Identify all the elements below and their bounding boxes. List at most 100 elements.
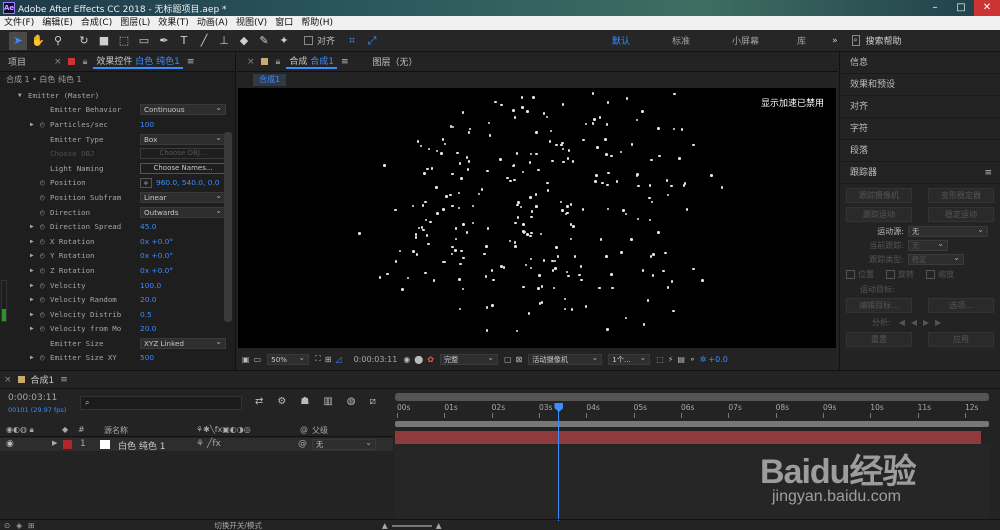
camera-tool-icon[interactable]: ■ <box>95 32 113 50</box>
draft-3d-icon[interactable]: ⚙ <box>277 396 286 407</box>
snapshot-icon[interactable]: ◉ <box>403 355 410 364</box>
toggle-switches-modes[interactable]: 切换开关/模式 <box>214 520 262 530</box>
layer-visibility-icon[interactable]: ◉ <box>6 439 14 449</box>
transparency-grid-icon[interactable]: ⊠ <box>516 355 523 364</box>
stabilize-motion-button[interactable]: 稳定运动 <box>928 207 994 222</box>
effect-property-dropdown[interactable]: Linear <box>140 191 226 203</box>
effect-property-value[interactable]: 0.5 <box>140 310 152 319</box>
workspace-standard[interactable]: 标准 <box>672 34 690 47</box>
effect-property-dropdown[interactable]: Box <box>140 133 226 145</box>
track-type-dropdown[interactable]: 稳定 <box>908 253 964 265</box>
zoom-out-icon[interactable]: ▲ <box>382 521 388 530</box>
fit-icon[interactable]: ⛶ <box>315 354 321 364</box>
mask-toggle-icon[interactable]: ◿ <box>335 355 341 364</box>
effect-property-row[interactable]: ◴ Position ✛ 960.0, 540.0, 0.0 <box>0 176 235 191</box>
layer-expand-icon[interactable]: ▶ <box>52 439 57 447</box>
panel-info[interactable]: 信息 <box>840 52 1000 74</box>
comp-mini-flowchart-icon[interactable]: ⇄ <box>255 396 263 407</box>
resolution-dropdown[interactable]: 完整 <box>439 353 498 365</box>
selection-tool-icon[interactable]: ➤ <box>9 31 27 50</box>
expand-icon[interactable]: ⊞ <box>28 521 34 530</box>
rotate-tool-icon[interactable]: ↻ <box>75 32 93 50</box>
effect-property-dropdown[interactable]: Continuous <box>140 103 226 116</box>
snapping-icon[interactable]: ⌗ <box>343 32 361 50</box>
stopwatch-icon[interactable]: ◴ <box>40 281 50 290</box>
workspace-default[interactable]: 默认 <box>612 34 630 47</box>
eraser-tool-icon[interactable]: ◆ <box>235 32 253 50</box>
time-ruler[interactable]: 00s 01s 02s 03s 04s 05s 06s 07s 08s 09s 10s 11s 12s <box>395 401 989 419</box>
menu-animation[interactable]: 动画(A) <box>193 16 232 30</box>
stopwatch-icon[interactable]: ◴ <box>40 237 50 246</box>
scale-checkbox[interactable] <box>926 270 935 279</box>
align-toggle[interactable]: 对齐 <box>304 34 335 47</box>
lock-icon[interactable]: 🔒︎ <box>83 57 88 67</box>
layer-switches[interactable]: ⚘ ╱fx <box>196 439 221 449</box>
edit-target-button[interactable]: 编辑目标... <box>846 298 912 313</box>
work-area-bar[interactable] <box>395 393 989 401</box>
effect-property-value[interactable]: 100 <box>140 120 154 129</box>
tab-effect-controls[interactable]: 效果控件 白色 纯色1 <box>93 54 183 69</box>
effect-property-dropdown[interactable]: Outwards <box>140 206 226 218</box>
snap-options-icon[interactable]: ⤢ <box>363 32 381 50</box>
effect-property-row[interactable]: ▶ ◴ Particles/sec 100 <box>0 117 235 132</box>
pickwhip-icon[interactable]: @ <box>298 439 307 449</box>
close-comp-tab-icon[interactable]: × <box>247 57 255 67</box>
analyze-forward-frame-icon[interactable]: ▶ <box>935 318 941 327</box>
warp-stabilizer-button[interactable]: 变形稳定器 <box>928 188 994 203</box>
panel-align[interactable]: 对齐 <box>840 96 1000 118</box>
current-track-dropdown[interactable]: 无 <box>908 239 948 251</box>
timeline-toggle-icon[interactable]: ▤ <box>677 355 685 364</box>
stopwatch-icon[interactable]: ◴ <box>40 208 50 217</box>
track-camera-button[interactable]: 跟踪摄像机 <box>846 188 912 203</box>
expand-arrow-icon[interactable]: ▶ <box>30 252 40 259</box>
layer-label-color[interactable] <box>63 440 72 449</box>
work-area-range[interactable] <box>395 421 989 427</box>
track-motion-button[interactable]: 跟踪运动 <box>846 207 912 222</box>
stopwatch-icon[interactable]: ◴ <box>40 251 50 260</box>
workspace-small-screen[interactable]: 小屏幕 <box>732 34 759 47</box>
effect-property-row[interactable]: ▼ Emitter (Master) <box>0 88 235 103</box>
effect-property-row[interactable]: Light Naming Choose Names... <box>0 161 235 176</box>
stopwatch-icon[interactable]: ◴ <box>40 266 50 275</box>
panel-tracker-header[interactable]: 跟踪器 ≡ <box>840 162 1000 184</box>
workspaces-more-button[interactable]: » <box>832 36 838 46</box>
timeline-timecode[interactable]: 0:00:03:11 <box>8 393 57 403</box>
exposure-value[interactable]: +0.0 <box>708 355 727 364</box>
close-button[interactable]: ✕ <box>974 0 1000 16</box>
stopwatch-icon[interactable]: ◴ <box>40 353 50 362</box>
position-checkbox[interactable] <box>846 270 855 279</box>
effect-property-value[interactable]: 0x +0.0° <box>140 251 173 260</box>
minimize-button[interactable]: – <box>922 0 948 16</box>
layer-parent-dropdown[interactable]: 无 <box>312 438 376 450</box>
effect-property-row[interactable]: ◴ Position Subfram Linear <box>0 190 235 205</box>
zoom-dropdown[interactable]: 50% <box>267 353 310 365</box>
brush-tool-icon[interactable]: ╱ <box>195 32 213 50</box>
tab-project[interactable]: 项目 <box>8 55 26 68</box>
stopwatch-icon[interactable]: ◴ <box>40 193 50 202</box>
effect-property-row[interactable]: Emitter Type Box <box>0 132 235 147</box>
expand-arrow-icon[interactable]: ▶ <box>30 238 40 245</box>
panel-effects-presets[interactable]: 效果和预设 <box>840 74 1000 96</box>
grid-icon[interactable]: ⊞ <box>325 355 332 364</box>
menu-composition[interactable]: 合成(C) <box>77 16 116 30</box>
exposure-icon[interactable]: ✲ <box>700 355 707 364</box>
effect-property-row[interactable]: ▶ ◴ Velocity Random 20.0 <box>0 292 235 307</box>
fast-preview-icon[interactable]: ⚡ <box>668 355 674 364</box>
expand-arrow-icon[interactable]: ▶ <box>30 296 40 303</box>
effect-property-value[interactable]: 500 <box>140 353 154 362</box>
analyze-forward-icon[interactable]: ▶ <box>923 318 929 327</box>
effect-property-row[interactable]: ▶ ◴ Z Rotation 0x +0.0° <box>0 263 235 278</box>
expand-arrow-icon[interactable]: ▶ <box>30 267 40 274</box>
zoom-tool-icon[interactable]: ⚲ <box>49 32 67 50</box>
effect-property-button[interactable]: Choose OBJ... <box>140 148 226 160</box>
effect-property-row[interactable]: ▶ ◴ Direction Spread 45.0 <box>0 219 235 234</box>
pen-tool-icon[interactable]: ✒ <box>155 32 173 50</box>
comp-lock-icon[interactable]: 🔒︎ <box>276 57 281 67</box>
menu-layer[interactable]: 图层(L) <box>116 16 154 30</box>
menu-window[interactable]: 窗口 <box>271 16 297 30</box>
options-button[interactable]: 选项... <box>928 298 994 313</box>
search-help-icon[interactable]: ⌕ <box>851 35 860 46</box>
type-tool-icon[interactable]: T <box>175 32 193 50</box>
playhead[interactable] <box>554 403 564 521</box>
close-tab-icon[interactable]: × <box>54 57 62 67</box>
